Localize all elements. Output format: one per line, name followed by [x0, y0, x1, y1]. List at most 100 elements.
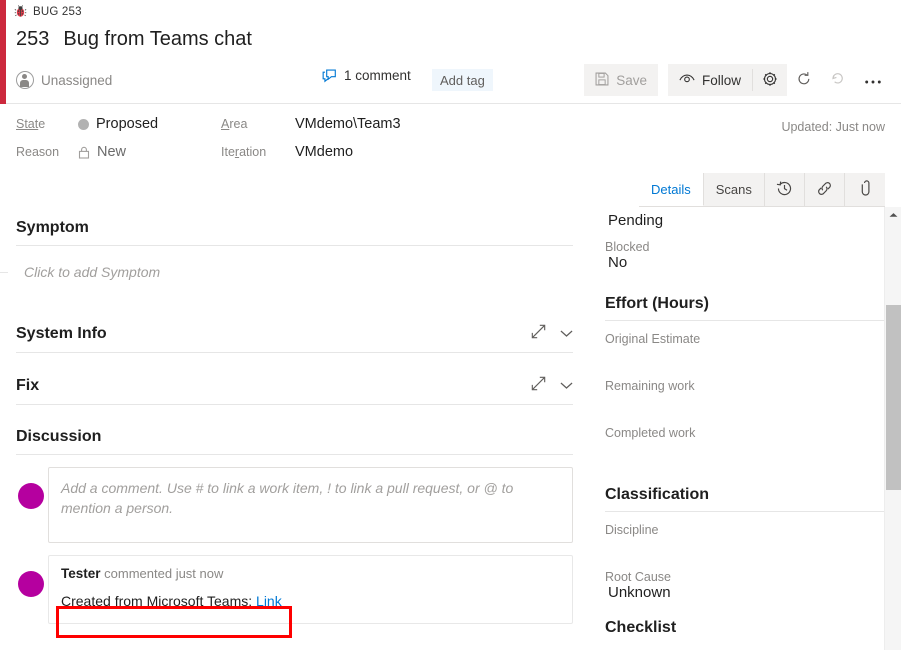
tab-attachments[interactable]	[845, 173, 885, 206]
work-item-id: 253	[16, 28, 49, 51]
add-comment-input[interactable]: Add a comment. Use # to link a work item…	[48, 467, 573, 543]
work-item-main-pane: Symptom Click to add Symptom System Info	[0, 207, 589, 650]
area-value: VMdemo\Team3	[295, 116, 401, 132]
scrollbar-thumb[interactable]	[886, 305, 901, 490]
original-estimate-value[interactable]	[605, 346, 887, 368]
chevron-down-icon[interactable]	[560, 325, 573, 343]
teams-link[interactable]: Link	[256, 593, 282, 609]
discussion-heading: Discussion	[16, 428, 101, 446]
root-cause-value[interactable]: Unknown	[605, 584, 887, 601]
iteration-label: Iteration	[221, 145, 295, 160]
section-header-fix[interactable]: Fix	[16, 376, 573, 405]
area-label: Area	[221, 117, 295, 132]
comment-count[interactable]: 1 comment	[322, 68, 411, 83]
classification-heading: Classification	[605, 486, 887, 512]
iteration-value: VMdemo	[295, 144, 353, 160]
completed-work-value[interactable]	[605, 440, 887, 462]
state-indicator-dot	[78, 119, 89, 130]
ellipsis-icon	[864, 73, 882, 88]
save-icon	[595, 72, 609, 89]
save-group: Save	[584, 64, 658, 96]
field-area[interactable]: Area VMdemo\Team3	[221, 116, 401, 132]
lock-icon	[78, 146, 90, 159]
details-scrollbar[interactable]	[884, 207, 901, 650]
work-item-subheader: Unassigned 1 comment Add tag	[0, 64, 901, 100]
eye-icon	[679, 73, 695, 88]
field-iteration[interactable]: Iteration VMdemo	[221, 144, 353, 160]
tab-scans[interactable]: Scans	[704, 173, 765, 206]
state-label: State	[16, 117, 78, 132]
comment-header: Tester commented just now	[61, 566, 560, 581]
add-tag-button[interactable]: Add tag	[432, 69, 493, 91]
comment-author: Tester	[61, 566, 101, 581]
blocked-label: Blocked	[605, 240, 887, 254]
attachment-icon	[857, 180, 874, 200]
completed-work-label: Completed work	[605, 426, 887, 440]
undo-icon	[830, 71, 846, 90]
work-item-page: BUG 253 253 Bug from Teams chat Unassign…	[0, 0, 901, 650]
more-actions-button[interactable]	[855, 64, 891, 96]
state-value: Proposed	[96, 116, 158, 132]
undo-button[interactable]	[821, 64, 855, 96]
left-edge-rule	[0, 272, 8, 273]
ladybug-icon	[14, 5, 27, 18]
expand-diagonal-icon[interactable]	[531, 324, 546, 344]
comment-meta: commented just now	[104, 566, 223, 581]
updated-timestamp: Updated: Just now	[781, 120, 885, 134]
work-item-field-strip: State Proposed Reason New Area VMdemo\Te…	[0, 104, 901, 166]
work-item-type-label: BUG 253	[33, 6, 82, 18]
comment-item: Tester commented just now Created from M…	[48, 555, 573, 624]
tab-details[interactable]: Details	[639, 173, 704, 206]
chevron-down-icon[interactable]	[560, 377, 573, 395]
discipline-value[interactable]	[605, 537, 887, 559]
comment-body-text: Created from Microsoft Teams:	[61, 593, 256, 609]
remaining-work-label: Remaining work	[605, 379, 887, 393]
comment-icon	[322, 69, 337, 83]
section-header-symptom: Symptom	[16, 219, 573, 246]
reason-label: Reason	[16, 145, 78, 160]
work-item-type-row: BUG 253	[14, 5, 82, 18]
avatar	[18, 483, 44, 509]
link-icon	[816, 180, 833, 200]
checklist-heading: Checklist	[605, 619, 887, 644]
refresh-button[interactable]	[787, 64, 821, 96]
original-estimate-label: Original Estimate	[605, 332, 887, 346]
save-button[interactable]: Save	[584, 64, 658, 96]
follow-label: Follow	[702, 73, 741, 88]
work-item-details-pane: Pending Blocked No Effort (Hours) Origin…	[590, 207, 901, 650]
field-reason[interactable]: Reason New	[16, 144, 126, 160]
status-value: Pending	[605, 207, 887, 229]
effort-heading: Effort (Hours)	[605, 295, 887, 321]
work-item-title[interactable]: Bug from Teams chat	[63, 28, 252, 51]
symptom-heading: Symptom	[16, 219, 89, 237]
scroll-up-arrow-icon[interactable]	[885, 207, 901, 223]
gear-icon	[762, 71, 778, 90]
assigned-to-label: Unassigned	[41, 73, 112, 88]
expand-diagonal-icon[interactable]	[531, 376, 546, 396]
work-item-title-row: 253 Bug from Teams chat	[16, 28, 252, 51]
work-item-header: BUG 253 253 Bug from Teams chat Unassign…	[0, 0, 901, 104]
comment-count-label: 1 comment	[344, 68, 411, 83]
history-icon	[776, 180, 793, 200]
assigned-to-control[interactable]: Unassigned	[16, 64, 112, 96]
tab-history[interactable]	[765, 173, 805, 206]
avatar	[18, 571, 44, 597]
symptom-field[interactable]: Click to add Symptom	[24, 264, 565, 280]
settings-button[interactable]	[753, 64, 787, 96]
follow-group: Follow	[668, 64, 787, 96]
discipline-label: Discipline	[605, 523, 887, 537]
follow-button[interactable]: Follow	[668, 64, 752, 96]
person-icon	[16, 71, 34, 89]
blocked-value[interactable]: No	[605, 254, 887, 271]
comment-body: Created from Microsoft Teams: Link	[61, 593, 560, 609]
reason-value: New	[97, 144, 126, 160]
save-label: Save	[616, 73, 647, 88]
field-state[interactable]: State Proposed	[16, 116, 158, 132]
refresh-icon	[796, 71, 812, 90]
remaining-work-value[interactable]	[605, 393, 887, 415]
fix-heading: Fix	[16, 377, 39, 395]
work-item-toolbar: Save Follow	[584, 64, 891, 96]
tab-links[interactable]	[805, 173, 845, 206]
section-header-system-info[interactable]: System Info	[16, 324, 573, 353]
root-cause-label: Root Cause	[605, 570, 887, 584]
